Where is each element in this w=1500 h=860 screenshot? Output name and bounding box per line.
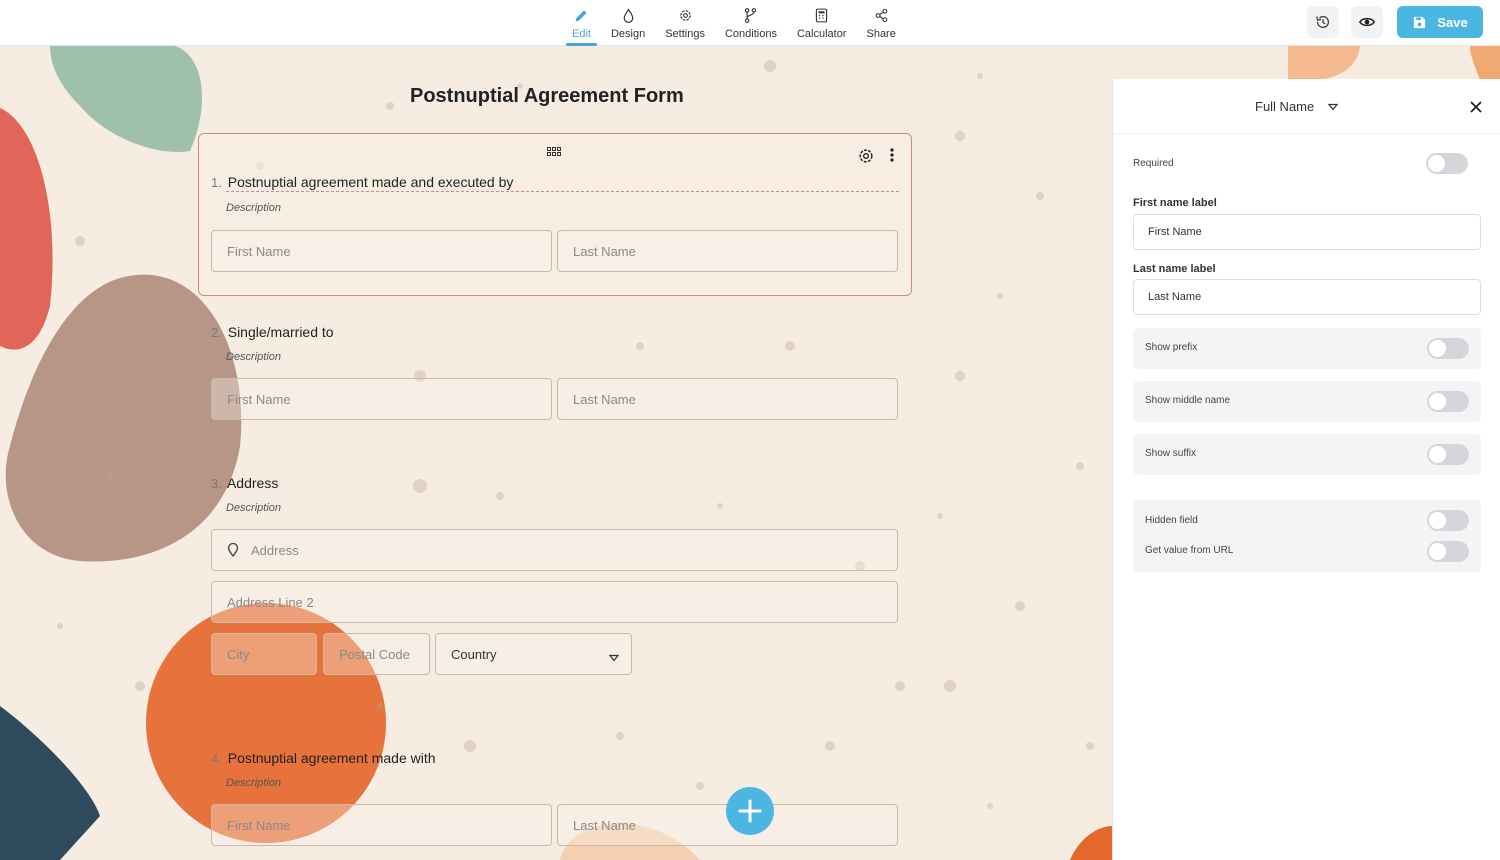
city-input[interactable]: City	[211, 633, 317, 675]
droplet-icon	[623, 8, 633, 23]
gear-icon	[679, 10, 691, 21]
label-edit-underline	[226, 191, 899, 192]
get-value-from-url-toggle[interactable]	[1427, 541, 1469, 562]
show-prefix-toggle[interactable]	[1427, 338, 1469, 359]
hidden-field-group: Hidden field Get value from URL	[1133, 500, 1481, 572]
show-prefix-label: Show prefix	[1145, 342, 1198, 353]
last-name-label-caption: Last name label	[1133, 263, 1216, 275]
tab-edit-label: Edit	[572, 28, 591, 40]
save-label: Save	[1437, 14, 1468, 30]
show-suffix-label: Show suffix	[1145, 448, 1196, 459]
question-settings-icon[interactable]	[857, 147, 875, 170]
last-name-label-input[interactable]: Last Name	[1133, 279, 1481, 315]
question-2-label[interactable]: 2. Single/married to	[211, 324, 334, 340]
question-4-label[interactable]: 4. Postnuptial agreement made with	[211, 750, 436, 766]
history-icon	[1316, 15, 1330, 29]
tab-settings-label: Settings	[665, 28, 705, 40]
panel-header: Full Name	[1113, 79, 1500, 134]
show-suffix-row: Show suffix	[1133, 434, 1481, 475]
q1-last-name-input[interactable]: Last Name	[557, 230, 898, 272]
hidden-field-label: Hidden field	[1145, 515, 1198, 526]
question-1-label[interactable]: 1. Postnuptial agreement made and execut…	[211, 174, 513, 190]
tab-share[interactable]: Share	[866, 0, 896, 46]
share-icon	[875, 8, 887, 23]
more-options-icon[interactable]	[889, 146, 895, 169]
tab-settings[interactable]: Settings	[665, 0, 705, 46]
eye-icon	[1358, 17, 1376, 27]
tab-edit[interactable]: Edit	[566, 0, 597, 46]
field-properties-panel: Full Name Required First name label Firs…	[1112, 79, 1500, 860]
question-3-description[interactable]: Description	[226, 502, 281, 514]
field-type-label: Full Name	[1255, 99, 1315, 114]
q4-first-name-input[interactable]: First Name	[211, 804, 552, 846]
tab-calculator[interactable]: Calculator	[796, 0, 847, 46]
tab-design[interactable]: Design	[611, 0, 645, 46]
get-value-from-url-label: Get value from URL	[1145, 545, 1234, 556]
close-icon[interactable]	[1469, 100, 1483, 119]
decor-shape-top-right	[1288, 46, 1500, 80]
tab-share-label: Share	[866, 28, 896, 40]
location-pin-icon	[227, 543, 239, 557]
show-suffix-toggle[interactable]	[1427, 444, 1469, 465]
floppy-disk-icon	[1414, 16, 1426, 28]
tab-conditions[interactable]: Conditions	[725, 0, 777, 46]
required-toggle[interactable]	[1426, 153, 1468, 174]
tab-calculator-label: Calculator	[796, 28, 847, 40]
add-question-button[interactable]	[726, 787, 774, 835]
plus-icon	[738, 799, 762, 823]
required-label: Required	[1133, 158, 1174, 169]
field-type-dropdown[interactable]: Full Name	[1255, 99, 1339, 114]
branch-icon	[745, 8, 757, 23]
hidden-field-toggle[interactable]	[1427, 510, 1469, 531]
preview-button[interactable]	[1351, 6, 1383, 38]
history-button[interactable]	[1307, 6, 1339, 38]
form-title[interactable]: Postnuptial Agreement Form	[410, 85, 684, 108]
chevron-down-icon	[1328, 99, 1339, 114]
first-name-label-caption: First name label	[1133, 197, 1217, 209]
pencil-icon	[575, 10, 587, 22]
caret-down-icon	[608, 650, 620, 665]
show-middle-name-label: Show middle name	[1145, 395, 1231, 406]
save-button[interactable]: Save	[1397, 6, 1483, 38]
show-middle-name-toggle[interactable]	[1427, 391, 1469, 412]
address-line-2-input[interactable]: Address Line 2	[211, 581, 898, 623]
editor-nav: Edit Design Settings Conditions Calculat…	[562, 0, 906, 46]
q2-first-name-input[interactable]: First Name	[211, 378, 552, 420]
postal-code-input[interactable]: Postal Code	[323, 633, 430, 675]
q2-last-name-input[interactable]: Last Name	[557, 378, 898, 420]
show-middle-name-row: Show middle name	[1133, 381, 1481, 422]
question-1-description[interactable]: Description	[226, 202, 281, 214]
show-prefix-row: Show prefix	[1133, 328, 1481, 369]
q1-first-name-input[interactable]: First Name	[211, 230, 552, 272]
country-select[interactable]: Country	[435, 633, 632, 675]
top-toolbar: Edit Design Settings Conditions Calculat…	[0, 0, 1500, 46]
tab-conditions-label: Conditions	[724, 28, 777, 40]
calculator-icon	[816, 8, 828, 23]
tab-design-label: Design	[610, 28, 646, 40]
drag-handle-icon[interactable]	[547, 146, 561, 160]
question-4-description[interactable]: Description	[226, 777, 281, 789]
question-3-label[interactable]: 3. Address	[211, 475, 278, 491]
first-name-label-input[interactable]: First Name	[1133, 214, 1481, 250]
address-input[interactable]: Address	[211, 529, 898, 571]
question-2-description[interactable]: Description	[226, 351, 281, 363]
